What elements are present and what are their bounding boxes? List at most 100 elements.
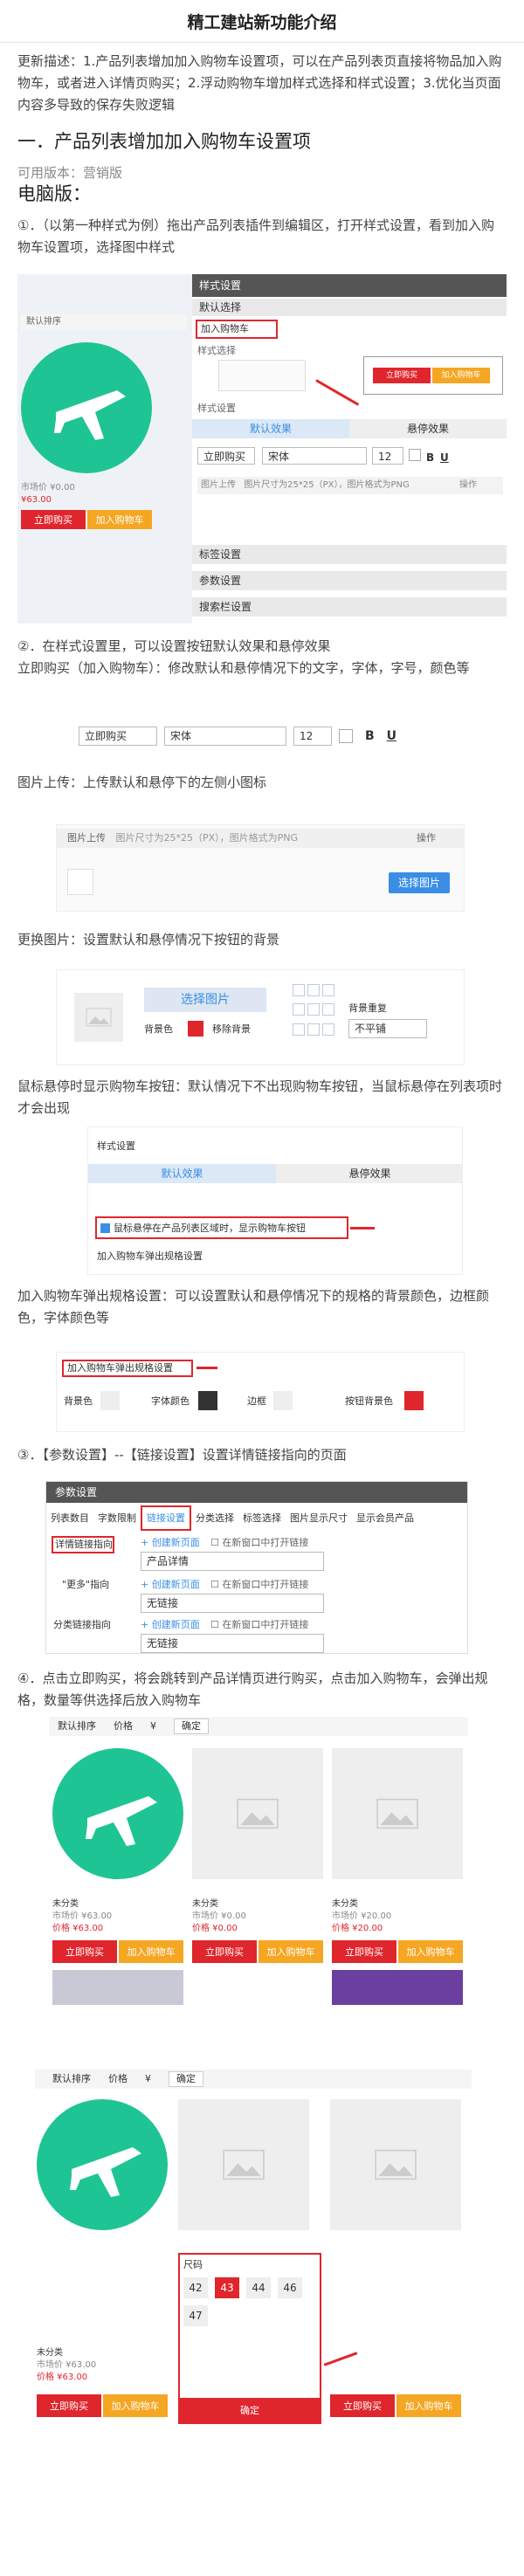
detail-link-select[interactable]: 产品详情 — [141, 1552, 324, 1571]
yen-input[interactable]: ¥ — [150, 1719, 156, 1733]
tab-link-settings[interactable]: 链接设置 — [141, 1505, 191, 1531]
buy-button[interactable]: 立即购买 — [37, 2394, 101, 2417]
style-panel: 样式设置 默认选择 加入购物车 样式选择 立即购买 加入购物车 样式设置 默认效… — [192, 274, 507, 623]
step3-text: ③．【参数设置】--【链接设置】设置详情链接指向的页面 — [17, 1447, 347, 1463]
spec-popup: 尺码 42 43 44 46 47 确定 — [178, 2253, 321, 2424]
cart-button[interactable]: 加入购物车 — [398, 1940, 463, 1963]
red-arrow — [315, 379, 360, 406]
add-cart-option[interactable]: 加入购物车 — [196, 320, 278, 339]
size-select[interactable]: 12 — [293, 727, 332, 746]
new-window-checkbox-2[interactable]: ☐ 在新窗口中打开链接 — [210, 1578, 308, 1592]
price-old: 市场价 ¥63.00 — [37, 2360, 97, 2370]
detail-link-label: 详情链接指向 — [52, 1536, 114, 1553]
size-select[interactable]: 12 — [372, 447, 403, 465]
size-option[interactable]: 44 — [246, 2277, 271, 2298]
yen-input[interactable]: ¥ — [145, 2072, 151, 2086]
price-sort[interactable]: 价格 — [114, 1719, 133, 1733]
buy-button[interactable]: 立即购买 — [332, 1940, 396, 1963]
item-name[interactable]: 未分类 — [52, 1898, 79, 1911]
repeat-select[interactable]: 不平铺 — [348, 1019, 427, 1038]
tab-default[interactable]: 默认效果 — [192, 419, 349, 438]
confirm-button[interactable]: 确定 — [169, 2071, 203, 2087]
cart-button[interactable]: 加入购物车 — [396, 2394, 461, 2417]
choose-image-button[interactable]: 选择图片 — [144, 988, 266, 1012]
underline-icon[interactable]: U — [387, 726, 396, 747]
bg-color-swatch[interactable] — [188, 1021, 203, 1037]
bg-swatch[interactable] — [100, 1391, 120, 1410]
op-label: 操作 — [417, 832, 436, 844]
size-option[interactable]: 46 — [278, 2277, 302, 2298]
new-page-link[interactable]: + 创建新页面 — [141, 1536, 200, 1550]
buy-button[interactable]: 立即购买 — [330, 2394, 395, 2417]
tab-hover[interactable]: 悬停效果 — [349, 419, 507, 438]
btn-bg-swatch[interactable] — [404, 1391, 424, 1410]
cart-button[interactable]: 加入购物车 — [119, 1940, 183, 1963]
cat-link-select[interactable]: 无链接 — [141, 1634, 324, 1653]
new-window-checkbox-3[interactable]: ☐ 在新窗口中打开链接 — [210, 1618, 308, 1632]
item-name[interactable]: 未分类 — [192, 1898, 218, 1911]
color-swatch[interactable] — [339, 729, 353, 743]
cart-button[interactable]: 加入购物车 — [259, 1940, 323, 1963]
style-option-empty[interactable] — [218, 360, 306, 391]
buy-text-input[interactable]: 立即购买 — [197, 447, 255, 465]
border-swatch[interactable] — [273, 1391, 293, 1410]
preview-buy: 立即购买 — [373, 368, 431, 383]
tab-member[interactable]: 显示会员产品 — [352, 1507, 418, 1529]
size-option[interactable]: 47 — [183, 2305, 208, 2326]
font-select[interactable]: 宋体 — [164, 727, 286, 746]
tab-word-limit[interactable]: 字数限制 — [93, 1507, 141, 1529]
bg-label: 背景色 — [64, 1395, 93, 1407]
tab-category[interactable]: 分类选择 — [191, 1507, 238, 1529]
item-name[interactable]: 未分类 — [37, 2347, 63, 2359]
font-select[interactable]: 宋体 — [262, 447, 367, 465]
tab-default[interactable]: 默认效果 — [88, 1164, 276, 1183]
style-option-selected[interactable]: 立即购买 加入购物车 — [363, 356, 503, 395]
bold-icon[interactable]: B — [365, 726, 375, 747]
tab-list-count[interactable]: 列表数目 — [46, 1507, 93, 1529]
bold-icon[interactable]: B — [426, 447, 434, 469]
position-grid[interactable] — [293, 984, 334, 1040]
sort-select[interactable]: 默认排序 — [58, 1719, 96, 1733]
product-placeholder — [330, 2099, 461, 2230]
upload-header: 图片上传 图片尺寸为25*25（PX），图片格式为PNG 操作 — [57, 829, 464, 848]
font-color-swatch[interactable] — [198, 1391, 217, 1410]
color-swatch[interactable] — [409, 449, 421, 461]
intro-text: 更新描述：1.产品列表增加加入购物车设置项，可以在产品列表页直接将物品加入购物车… — [17, 53, 502, 113]
btn-bg-label: 按钮背景色 — [345, 1395, 393, 1407]
choose-image-button[interactable]: 选择图片 — [389, 872, 450, 893]
confirm-button[interactable]: 确定 — [174, 1718, 209, 1734]
cart-button[interactable]: 加入购物车 — [103, 2394, 168, 2417]
sort-select[interactable]: 默认排序 — [52, 2072, 91, 2086]
hover-checkbox-row[interactable]: 鼠标悬停在产品列表区域时，显示购物车按钮 — [95, 1216, 348, 1239]
section-search-settings[interactable]: 搜索栏设置 — [192, 597, 507, 616]
underline-icon[interactable]: U — [440, 447, 449, 469]
size-option-selected[interactable]: 43 — [215, 2277, 239, 2298]
tab-hover[interactable]: 悬停效果 — [276, 1164, 462, 1183]
remove-bg[interactable]: 移除背景 — [212, 1023, 251, 1037]
cart-button[interactable]: 加入购物车 — [87, 510, 152, 529]
section-tag-settings[interactable]: 标签设置 — [192, 545, 507, 564]
buy-text-input[interactable]: 立即购买 — [79, 727, 157, 746]
price-sort[interactable]: 价格 — [108, 2072, 128, 2086]
screenshot-param-settings: 参数设置 列表数目 字数限制 链接设置 分类选择 标签选择 图片显示尺寸 显示会… — [45, 1481, 468, 1654]
buy-button[interactable]: 立即购买 — [192, 1940, 257, 1963]
popup-confirm-button[interactable]: 确定 — [180, 2398, 320, 2422]
default-select[interactable]: 默认选择 — [192, 299, 507, 316]
checkbox-icon[interactable] — [100, 1223, 110, 1233]
new-window-checkbox[interactable]: ☐ 在新窗口中打开链接 — [210, 1536, 308, 1550]
buy-button[interactable]: 立即购买 — [21, 510, 86, 529]
divider — [0, 42, 524, 43]
product-placeholder — [178, 2099, 309, 2230]
size-option[interactable]: 42 — [183, 2277, 208, 2298]
screenshot-spec-colors: 加入购物车弹出规格设置 背景色 字体颜色 边框 按钮背景色 — [56, 1352, 465, 1432]
section-param-settings[interactable]: 参数设置 — [192, 571, 507, 590]
price-new: ¥63.00 — [21, 495, 52, 505]
more-link-select[interactable]: 无链接 — [141, 1594, 324, 1613]
buy-button[interactable]: 立即购买 — [52, 1940, 117, 1963]
tab-tags[interactable]: 标签选择 — [238, 1507, 286, 1529]
tab-image-size[interactable]: 图片显示尺寸 — [286, 1507, 352, 1529]
upload-label: 图片上传 — [67, 832, 106, 844]
new-page-link-2[interactable]: + 创建新页面 — [141, 1578, 200, 1592]
item-name[interactable]: 未分类 — [332, 1898, 358, 1911]
new-page-link-3[interactable]: + 创建新页面 — [141, 1618, 200, 1632]
